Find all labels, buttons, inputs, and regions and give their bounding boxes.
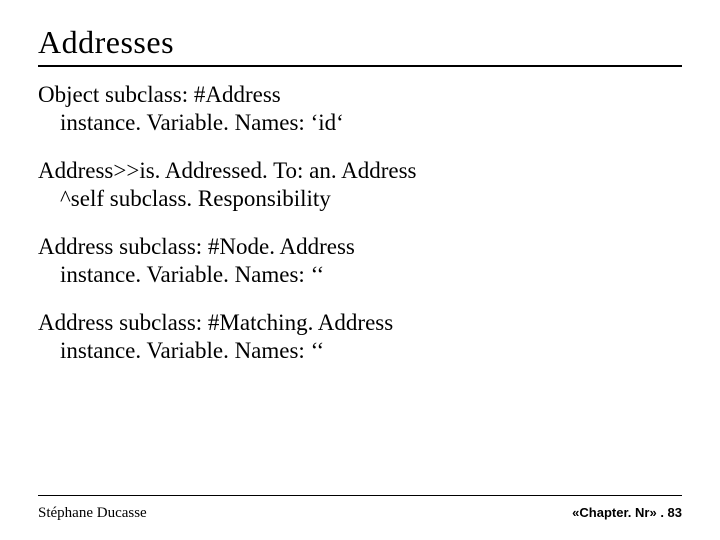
footer-rule (38, 495, 682, 496)
code-line: instance. Variable. Names: ‘id‘ (38, 109, 682, 137)
code-line: ^self subclass. Responsibility (38, 185, 682, 213)
slide-title: Addresses (38, 24, 682, 61)
code-block: Address subclass: #Matching. Address ins… (38, 309, 682, 365)
code-line: Address subclass: #Node. Address (38, 233, 682, 261)
slide-body: Object subclass: #Address instance. Vari… (38, 81, 682, 365)
footer-author: Stéphane Ducasse (38, 505, 147, 522)
footer-page: «Chapter. Nr» . 83 (572, 505, 682, 522)
code-block: Address>>is. Addressed. To: an. Address … (38, 157, 682, 213)
code-block: Address subclass: #Node. Address instanc… (38, 233, 682, 289)
slide: Addresses Object subclass: #Address inst… (0, 0, 720, 540)
code-line: instance. Variable. Names: ‘‘ (38, 337, 682, 365)
code-line: Address subclass: #Matching. Address (38, 309, 682, 337)
code-line: instance. Variable. Names: ‘‘ (38, 261, 682, 289)
footer: Stéphane Ducasse «Chapter. Nr» . 83 (38, 505, 682, 522)
code-block: Object subclass: #Address instance. Vari… (38, 81, 682, 137)
code-line: Object subclass: #Address (38, 81, 682, 109)
title-rule (38, 65, 682, 67)
code-line: Address>>is. Addressed. To: an. Address (38, 157, 682, 185)
